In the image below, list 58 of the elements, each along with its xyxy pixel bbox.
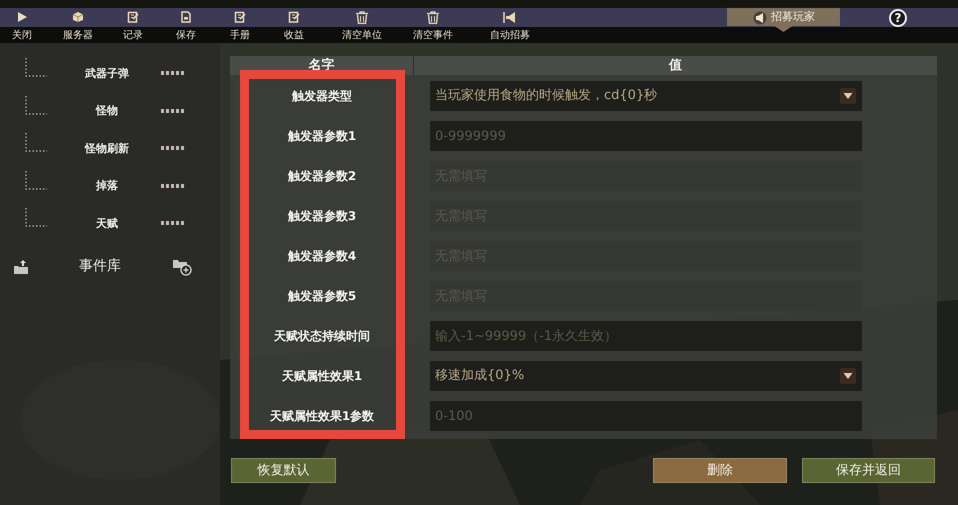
recruit-players-tab[interactable]: 招募玩家 bbox=[752, 8, 815, 27]
input-field[interactable]: 0-100 bbox=[430, 401, 862, 431]
field-label: 天赋属性效果1 bbox=[280, 368, 364, 385]
field-label: 触发器参数3 bbox=[286, 208, 358, 225]
more-icon[interactable] bbox=[161, 108, 186, 112]
sidebar-item[interactable]: 武器子弹 bbox=[60, 66, 154, 82]
toolbar-button[interactable]: 关闭 bbox=[0, 8, 46, 43]
more-icon[interactable] bbox=[161, 146, 186, 150]
megaphone-icon bbox=[752, 10, 768, 24]
folder-upload-icon bbox=[13, 258, 29, 274]
toolbar-button[interactable]: 清空事件 bbox=[409, 8, 457, 43]
field-label: 触发器参数5 bbox=[286, 288, 358, 305]
reset-button[interactable]: 恢复默认 bbox=[231, 458, 336, 483]
field-label: 触发器类型 bbox=[290, 88, 353, 105]
sidebar-item[interactable]: 怪物刷新 bbox=[60, 140, 154, 157]
sidebar-item[interactable]: 天赋 bbox=[60, 216, 154, 232]
tree-connector-icon bbox=[25, 58, 47, 78]
library-title: 事件库 bbox=[78, 257, 122, 276]
toolbar-button[interactable]: 自动招募 bbox=[486, 8, 534, 43]
field-label: 触发器参数2 bbox=[286, 168, 358, 185]
tree-connector-icon bbox=[25, 170, 47, 190]
document-icon bbox=[180, 11, 192, 23]
column-header: 值 bbox=[668, 57, 683, 75]
toolbar-button[interactable]: 保存 bbox=[162, 8, 210, 43]
dropdown[interactable]: 当玩家使用食物的时候触发，cd{0}秒 bbox=[430, 81, 862, 111]
save-return-button[interactable]: 保存并返回 bbox=[802, 458, 935, 483]
field-label: 触发器参数4 bbox=[286, 248, 358, 265]
dropdown[interactable]: 移速加成{0}% bbox=[430, 361, 862, 391]
field-label: 触发器参数1 bbox=[286, 128, 358, 145]
tree-connector-icon bbox=[25, 133, 47, 153]
sidebar-item[interactable]: 怪物 bbox=[60, 103, 154, 120]
more-icon[interactable] bbox=[161, 71, 186, 75]
folder-add-icon[interactable] bbox=[172, 258, 192, 276]
more-icon[interactable] bbox=[161, 221, 186, 225]
caret-icon bbox=[840, 368, 856, 384]
megaphone-icon bbox=[503, 11, 517, 24]
edit-icon bbox=[234, 11, 246, 23]
sidebar-item[interactable]: 掉落 bbox=[60, 178, 154, 194]
toolbar-button[interactable]: 服务器 bbox=[54, 8, 102, 43]
input-field[interactable]: 输入-1~99999（-1永久生效） bbox=[430, 321, 862, 351]
edit-icon bbox=[288, 11, 300, 23]
tree-connector-icon bbox=[25, 208, 47, 228]
toolbar-button[interactable]: 手册 bbox=[216, 8, 264, 43]
toolbar-button[interactable]: 清空单位 bbox=[338, 8, 386, 43]
cube-icon bbox=[72, 11, 84, 23]
toolbar-button[interactable]: 收益 bbox=[270, 8, 318, 43]
trash-icon bbox=[355, 11, 369, 24]
input-field[interactable]: 0-9999999 bbox=[430, 121, 862, 151]
toolbar-button[interactable]: 记录 bbox=[109, 8, 157, 43]
edit-icon bbox=[127, 11, 139, 23]
field-label: 天赋状态持续时间 bbox=[273, 328, 371, 345]
tree-connector-icon bbox=[25, 96, 47, 116]
trash-icon bbox=[426, 11, 440, 24]
delete-button[interactable]: 删除 bbox=[653, 458, 787, 483]
caret-icon bbox=[840, 88, 856, 104]
more-icon[interactable] bbox=[161, 184, 186, 188]
play-icon bbox=[16, 11, 28, 23]
field-label: 天赋属性效果1参数 bbox=[268, 408, 376, 425]
